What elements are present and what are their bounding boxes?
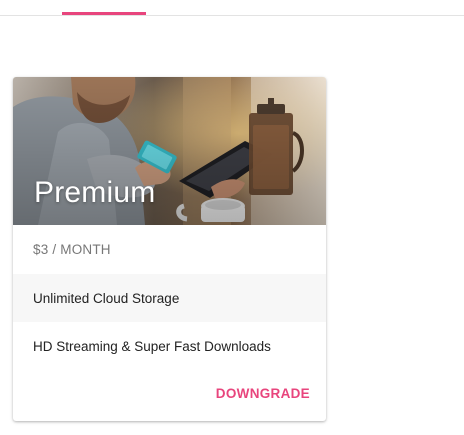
plan-title: Premium (34, 176, 156, 209)
card-actions: DOWNGRADE (13, 370, 326, 420)
premium-plan-card: Premium $3 / MONTH Unlimited Cloud Stora… (13, 77, 326, 421)
downgrade-button[interactable]: DOWNGRADE (216, 386, 310, 401)
page: Premium $3 / MONTH Unlimited Cloud Stora… (0, 0, 464, 435)
feature-streaming-downloads: HD Streaming & Super Fast Downloads (33, 338, 271, 354)
active-tab-indicator (62, 12, 146, 15)
feature-cloud-storage: Unlimited Cloud Storage (13, 274, 326, 322)
plan-price: $3 / MONTH (33, 242, 111, 257)
plan-hero: Premium (13, 77, 326, 225)
tab-bar (0, 0, 464, 16)
